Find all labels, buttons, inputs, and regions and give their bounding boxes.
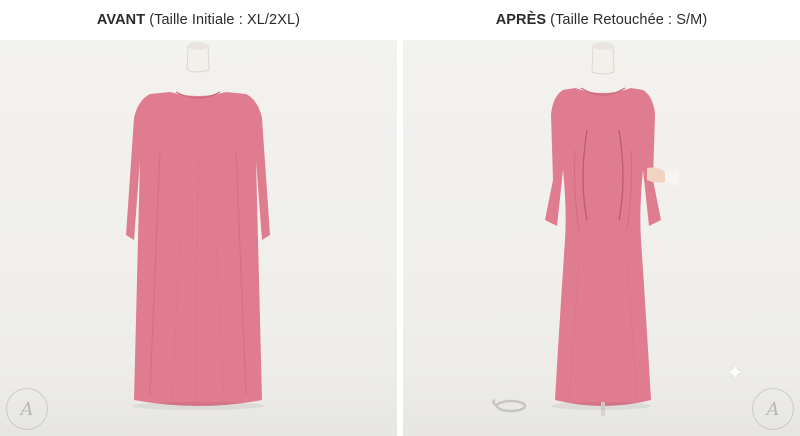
- after-panel: APRÈS (Taille Retouchée : S/M) ✦ A: [403, 0, 800, 436]
- before-title-size: (Taille Initiale : XL/2XL): [149, 12, 301, 28]
- before-title-bold: AVANT: [96, 12, 146, 28]
- logo-letter: A: [766, 398, 780, 420]
- logo-letter: A: [20, 398, 34, 420]
- before-header: AVANT (Taille Initiale : XL/2XL): [0, 0, 397, 40]
- after-photo: ✦ A: [403, 40, 800, 436]
- atelier-logo-left: A: [6, 388, 48, 430]
- after-title-size: (Taille Retouchée : S/M): [550, 12, 708, 28]
- after-header: APRÈS (Taille Retouchée : S/M): [403, 0, 800, 40]
- before-panel: AVANT (Taille Initiale : XL/2XL) A: [0, 0, 397, 436]
- atelier-logo-right: A: [752, 388, 794, 430]
- before-photo: A: [0, 40, 397, 436]
- sparkle-icon: ✦: [725, 360, 744, 385]
- loose-dress-illustration: [126, 42, 270, 410]
- before-after-comparison: AVANT (Taille Initiale : XL/2XL) A APRÈS…: [0, 0, 800, 436]
- after-title-bold: APRÈS: [495, 12, 547, 28]
